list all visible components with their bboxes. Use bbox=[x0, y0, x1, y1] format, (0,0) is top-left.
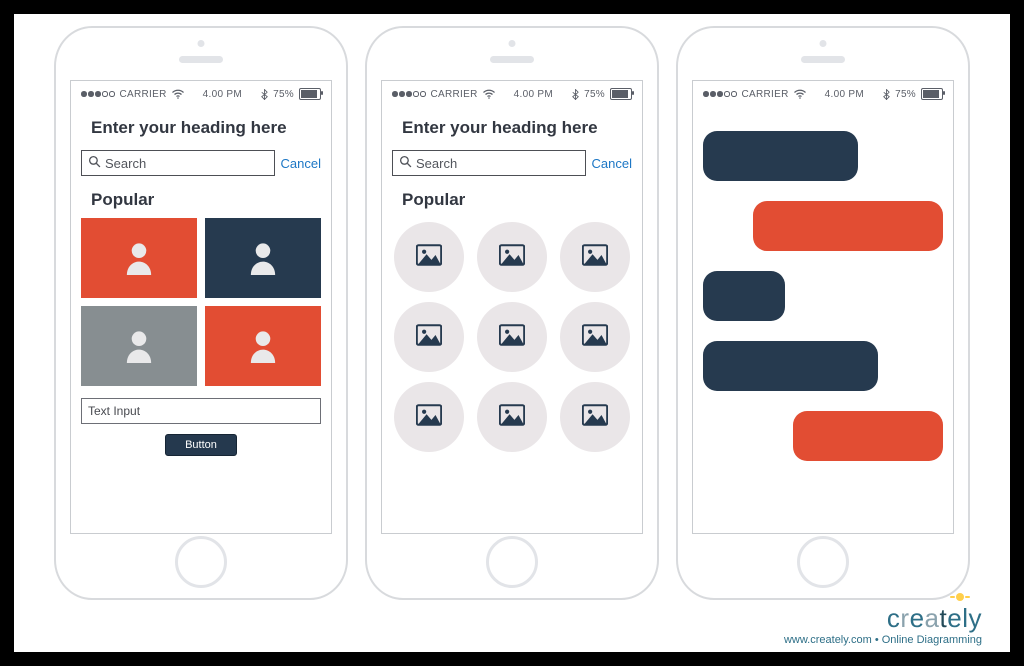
image-icon bbox=[582, 404, 608, 431]
person-icon bbox=[248, 241, 278, 275]
text-input[interactable]: Text Input bbox=[81, 398, 321, 424]
speaker-slot bbox=[490, 56, 534, 63]
search-row: Search Cancel bbox=[81, 150, 321, 176]
image-icon bbox=[499, 404, 525, 431]
status-bar: CARRIER 4.00 PM 75% bbox=[703, 81, 943, 107]
phone-screen-1: CARRIER 4.00 PM 75% Enter your heading h… bbox=[70, 80, 332, 534]
section-popular-label: Popular bbox=[81, 180, 321, 216]
chat-bubble bbox=[703, 341, 878, 391]
image-icon bbox=[499, 244, 525, 271]
popular-tile[interactable] bbox=[81, 218, 197, 298]
wifi-icon bbox=[794, 89, 806, 99]
primary-button[interactable]: Button bbox=[165, 434, 237, 456]
brand-block: creately www.creately.com • Online Diagr… bbox=[784, 603, 982, 646]
carrier-label: CARRIER bbox=[120, 89, 167, 100]
section-popular-label: Popular bbox=[392, 180, 632, 216]
signal-dots-icon bbox=[81, 91, 115, 97]
battery-pct-label: 75% bbox=[895, 89, 916, 100]
chat-bubble bbox=[793, 411, 943, 461]
button-label: Button bbox=[185, 439, 217, 451]
popular-circle[interactable] bbox=[477, 302, 547, 372]
popular-circle[interactable] bbox=[394, 222, 464, 292]
carrier-label: CARRIER bbox=[431, 89, 478, 100]
popular-circle[interactable] bbox=[560, 302, 630, 372]
popular-circle[interactable] bbox=[560, 382, 630, 452]
image-icon bbox=[416, 244, 442, 271]
clock-label: 4.00 PM bbox=[203, 89, 242, 100]
page-title: Enter your heading here bbox=[392, 107, 632, 142]
status-bar: CARRIER 4.00 PM 75% bbox=[81, 81, 321, 107]
bluetooth-icon bbox=[261, 89, 268, 100]
speaker-slot bbox=[179, 56, 223, 63]
clock-label: 4.00 PM bbox=[825, 89, 864, 100]
status-bar: CARRIER 4.00 PM 75% bbox=[392, 81, 632, 107]
front-camera bbox=[198, 40, 205, 47]
carrier-label: CARRIER bbox=[742, 89, 789, 100]
chat-thread bbox=[703, 107, 943, 461]
search-icon bbox=[88, 155, 101, 171]
popular-circle[interactable] bbox=[477, 382, 547, 452]
search-placeholder: Search bbox=[105, 156, 146, 171]
home-button[interactable] bbox=[175, 536, 227, 588]
bluetooth-icon bbox=[883, 89, 890, 100]
person-icon bbox=[124, 241, 154, 275]
battery-icon bbox=[610, 88, 632, 100]
brand-logo: creately bbox=[784, 603, 982, 634]
cancel-button[interactable]: Cancel bbox=[281, 156, 321, 171]
battery-icon bbox=[921, 88, 943, 100]
chat-bubble bbox=[703, 131, 858, 181]
image-icon bbox=[416, 324, 442, 351]
phone-mockup-1: CARRIER 4.00 PM 75% Enter your heading h… bbox=[54, 26, 348, 600]
popular-circle[interactable] bbox=[560, 222, 630, 292]
signal-dots-icon bbox=[703, 91, 737, 97]
popular-circle[interactable] bbox=[394, 382, 464, 452]
search-row: Search Cancel bbox=[392, 150, 632, 176]
popular-circles-grid bbox=[392, 216, 632, 452]
person-icon bbox=[124, 329, 154, 363]
phone-mockup-3: CARRIER 4.00 PM 75% bbox=[676, 26, 970, 600]
bluetooth-icon bbox=[572, 89, 579, 100]
text-input-placeholder: Text Input bbox=[88, 404, 140, 418]
home-button[interactable] bbox=[486, 536, 538, 588]
brand-tagline: www.creately.com • Online Diagramming bbox=[784, 634, 982, 646]
search-placeholder: Search bbox=[416, 156, 457, 171]
battery-pct-label: 75% bbox=[273, 89, 294, 100]
search-input[interactable]: Search bbox=[81, 150, 275, 176]
battery-pct-label: 75% bbox=[584, 89, 605, 100]
wifi-icon bbox=[172, 89, 184, 99]
popular-tiles-grid bbox=[81, 216, 321, 388]
popular-tile[interactable] bbox=[205, 306, 321, 386]
diagram-canvas: CARRIER 4.00 PM 75% Enter your heading h… bbox=[0, 0, 1024, 666]
wifi-icon bbox=[483, 89, 495, 99]
page-title: Enter your heading here bbox=[81, 107, 321, 142]
home-button[interactable] bbox=[797, 536, 849, 588]
phone-screen-3: CARRIER 4.00 PM 75% bbox=[692, 80, 954, 534]
chat-bubble bbox=[753, 201, 943, 251]
lightbulb-icon bbox=[956, 593, 964, 601]
popular-tile[interactable] bbox=[81, 306, 197, 386]
front-camera bbox=[820, 40, 827, 47]
popular-tile[interactable] bbox=[205, 218, 321, 298]
image-icon bbox=[416, 404, 442, 431]
clock-label: 4.00 PM bbox=[514, 89, 553, 100]
image-icon bbox=[499, 324, 525, 351]
battery-icon bbox=[299, 88, 321, 100]
front-camera bbox=[509, 40, 516, 47]
person-icon bbox=[248, 329, 278, 363]
image-icon bbox=[582, 324, 608, 351]
search-input[interactable]: Search bbox=[392, 150, 586, 176]
phones-row: CARRIER 4.00 PM 75% Enter your heading h… bbox=[14, 14, 1010, 652]
popular-circle[interactable] bbox=[477, 222, 547, 292]
signal-dots-icon bbox=[392, 91, 426, 97]
search-icon bbox=[399, 155, 412, 171]
phone-screen-2: CARRIER 4.00 PM 75% Enter your heading h… bbox=[381, 80, 643, 534]
chat-bubble bbox=[703, 271, 785, 321]
popular-circle[interactable] bbox=[394, 302, 464, 372]
cancel-button[interactable]: Cancel bbox=[592, 156, 632, 171]
image-icon bbox=[582, 244, 608, 271]
speaker-slot bbox=[801, 56, 845, 63]
phone-mockup-2: CARRIER 4.00 PM 75% Enter your heading h… bbox=[365, 26, 659, 600]
